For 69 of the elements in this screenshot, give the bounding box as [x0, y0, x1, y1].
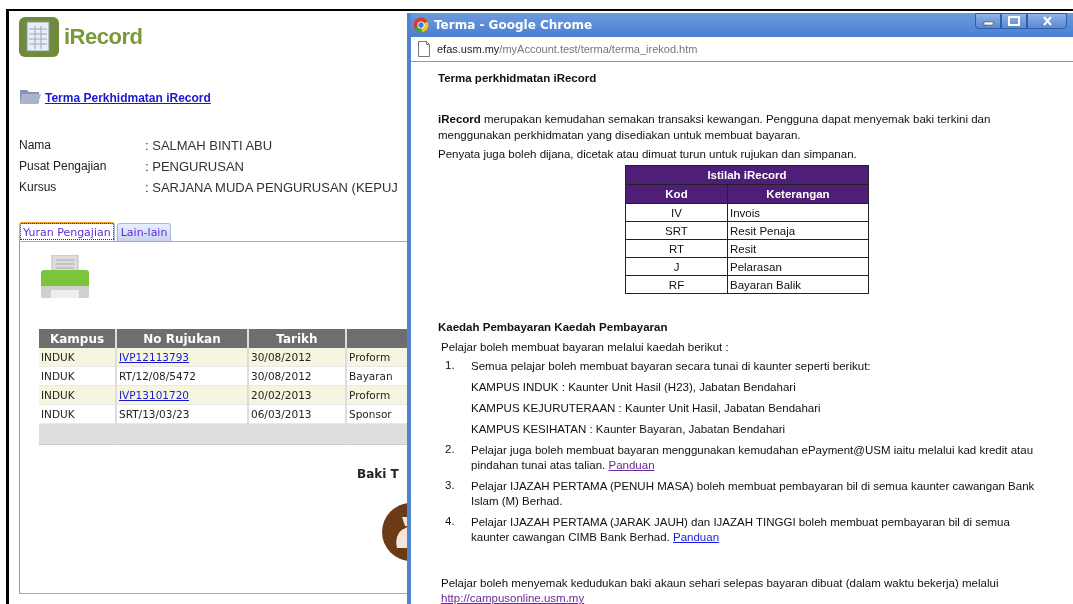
table-cell: RF — [625, 275, 728, 294]
list-number: 4. — [445, 515, 456, 529]
column-header: No Rujukan — [116, 329, 248, 348]
table-cell: Bayaran — [349, 370, 393, 382]
table-cell: Proform — [349, 351, 391, 363]
window-title: Terma - Google Chrome — [434, 18, 594, 33]
table-cell: Resit Penaja — [727, 221, 869, 240]
table-cell: 20/02/2013 — [251, 389, 312, 401]
table-cell: INDUK — [41, 408, 75, 420]
close-icon — [1041, 16, 1053, 26]
column-header: Kampus — [39, 329, 116, 348]
table-cell: IV — [625, 203, 728, 222]
app-title: iRecord — [64, 24, 143, 50]
table-cell: 30/08/2012 — [251, 370, 312, 382]
table-cell: Resit — [727, 239, 869, 258]
table-cell: 30/08/2012 — [251, 351, 312, 363]
table-cell: SRT — [625, 221, 728, 240]
list-number: 2. — [445, 443, 456, 457]
page-heading: Terma perkhidmatan iRecord — [438, 72, 598, 84]
table-cell: SRT/13/03/23 — [119, 408, 190, 420]
section-intro: Pelajar boleh membuat bayaran melalui kaedah berikut : — [441, 341, 730, 353]
table-cell: Bayaran Balik — [727, 275, 869, 294]
table-cell: RT — [625, 239, 728, 258]
tab[interactable]: Lain-lain — [116, 223, 172, 241]
minimize-button[interactable] — [975, 13, 1001, 29]
table-cell: Invois — [727, 203, 869, 222]
maximize-icon — [1008, 16, 1020, 26]
table-cell: INDUK — [41, 351, 75, 363]
field-value: : SALMAH BINTI ABU — [145, 138, 274, 153]
table-cell: Proform — [349, 389, 391, 401]
terms-link[interactable]: Terma Perkhidmatan iRecord — [45, 91, 211, 105]
section-heading: Kaedah Pembayaran Kaedah Pembayaran — [438, 321, 669, 333]
table-cell: RT/12/08/5472 — [119, 370, 196, 382]
list-item-text: Pelajar IJAZAH PERTAMA (PENUH MASA) boleh membuat pembayaran bil di semua kaunter cawangan Bank Islam (M) Berhad. — [471, 479, 1036, 509]
list-item-text: Pelajar IJAZAH PERTAMA (JARAK JAUH) dan IJAZAH TINGGI boleh membuat pembayaran bil di semua kaunter cawangan CIMB Bank Berhad. Panduan — [471, 515, 1011, 545]
table-cell: J — [625, 257, 728, 276]
guide-link[interactable]: Panduan — [673, 531, 720, 543]
intro-paragraph: Penyata juga boleh dijana, dicetak atau dimuat turun untuk rujukan dan simpanan. — [438, 147, 858, 162]
footer-paragraph: Pelajar boleh menyemak kedudukan baki akaun sehari selepas bayaran dibuat (dalam waktu bekerja) melalui http://campusonline.usm.my — [441, 576, 1000, 604]
list-number: 3. — [445, 479, 456, 493]
field-label: Pusat Pengajian — [19, 159, 108, 174]
close-button[interactable] — [1027, 13, 1067, 29]
browser-icon — [413, 17, 429, 34]
maximize-button[interactable] — [1001, 13, 1027, 29]
intro-paragraph: iRecord merupakan kemudahan semakan transaksi kewangan. Pengguna dapat menyemak baki terkini dan menggunakan perkhidmatan yang disediakan untuk membuat bayaran. — [438, 112, 992, 143]
table-cell: 06/03/2013 — [251, 408, 312, 420]
field-label: Nama — [19, 138, 52, 153]
list-item-line: KAMPUS INDUK : Kaunter Unit Hasil (H23), Jabatan Bendahari — [471, 380, 797, 395]
table-cell: Sponsor — [349, 408, 392, 420]
guide-link[interactable]: Panduan — [608, 459, 655, 471]
list-item-text: Semua pelajar boleh membuat bayaran secara tunai di kaunter seperti berikut: — [471, 359, 872, 374]
field-label: Kursus — [19, 180, 58, 195]
field-value: : SARJANA MUDA PENGURUSAN (KEPUJ — [145, 180, 398, 195]
list-item-line: KAMPUS KESIHATAN : Kaunter Bayaran, Jabatan Bendahari — [471, 422, 787, 437]
url-text: efas.usm.my/myAccount.test/terma/terma_irekod.htm — [437, 43, 698, 56]
table-cell: Pelarasan — [727, 257, 869, 276]
field-value: : PENGURUSAN — [145, 159, 245, 174]
table-cell: INDUK — [41, 370, 75, 382]
column-header: Tarikh — [248, 329, 346, 348]
tab[interactable]: Yuran Pengajian — [19, 222, 115, 241]
table-title: Istilah iRecord — [625, 165, 869, 185]
list-number: 1. — [445, 359, 456, 373]
balance-label: Baki T — [357, 467, 399, 481]
page-icon — [417, 41, 431, 58]
table-cell: INDUK — [41, 389, 75, 401]
app-logo-icon — [18, 16, 60, 58]
list-item-line: KAMPUS KEJURUTERAAN : Kaunter Unit Hasil, Jabatan Bendahari — [471, 401, 822, 416]
website-link[interactable]: http://campusonline.usm.my — [441, 592, 585, 604]
list-item-text: Pelajar juga boleh membuat bayaran menggunakan kemudahan ePayment@USM iaitu melalui kad kredit atau pindahan tunai atas talian. Panduan — [471, 443, 1035, 473]
